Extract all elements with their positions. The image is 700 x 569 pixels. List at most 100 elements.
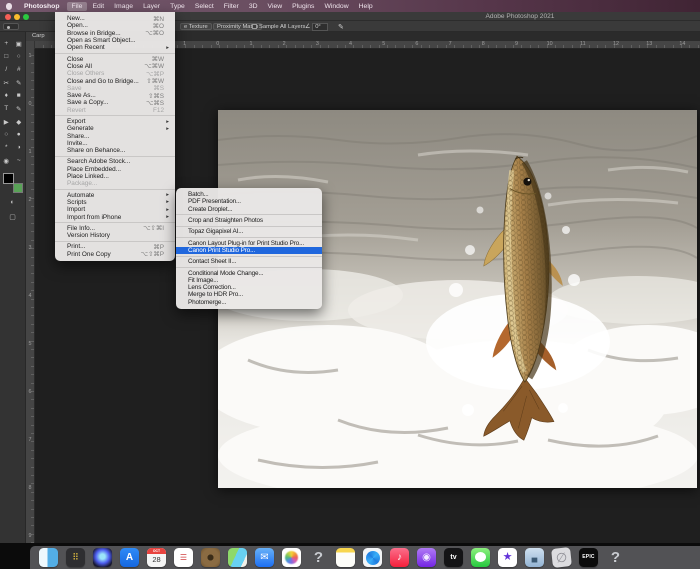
foreground-color-swatch[interactable] — [3, 173, 14, 184]
sample-all-layers-checkbox[interactable]: Sample All Layers — [252, 23, 305, 30]
tool-button[interactable]: * — [1, 142, 12, 153]
file-menu-item[interactable]: File Info... ⌥⇧⌘I — [55, 225, 175, 232]
tool-button[interactable]: T — [1, 103, 12, 114]
file-menu-item[interactable] — [55, 53, 175, 54]
file-menu-item[interactable] — [55, 115, 175, 116]
dock-app-icon[interactable] — [39, 548, 58, 567]
menubar-item[interactable]: Edit — [87, 2, 109, 11]
dock-app-icon[interactable] — [93, 548, 112, 567]
automate-submenu-item[interactable] — [176, 267, 322, 268]
automate-submenu-item[interactable]: Canon Print Studio Pro... — [176, 247, 322, 254]
tool-button[interactable]: + — [1, 38, 12, 49]
dock-app-icon[interactable] — [336, 548, 355, 567]
automate-submenu-item[interactable]: Photomerge... — [176, 299, 322, 306]
dock-app-icon[interactable] — [228, 548, 247, 567]
menubar-item[interactable]: File — [67, 2, 88, 11]
dock-app-icon[interactable] — [201, 548, 220, 567]
tool-button[interactable]: # — [13, 64, 24, 75]
close-window-button[interactable] — [5, 14, 11, 20]
file-menu-item[interactable] — [55, 189, 175, 190]
tool-button[interactable]: ◆ — [13, 116, 24, 127]
menubar-item[interactable]: Select — [190, 2, 219, 11]
tool-button[interactable]: ✎ — [13, 103, 24, 114]
dock-app-icon[interactable]: tv — [444, 548, 463, 567]
dock-app-icon[interactable] — [363, 548, 382, 567]
automate-submenu-item[interactable]: Crop and Straighten Photos — [176, 217, 322, 224]
automate-submenu-item[interactable]: Lens Correction... — [176, 284, 322, 291]
tool-button[interactable]: ● — [13, 129, 24, 140]
tool-button[interactable]: ▶ — [1, 116, 12, 127]
dock-app-icon[interactable]: ♪ — [390, 548, 409, 567]
menubar-item[interactable]: Window — [319, 2, 353, 11]
menubar-item[interactable]: Filter — [219, 2, 244, 11]
automate-submenu-item[interactable] — [176, 226, 322, 227]
automate-submenu-item[interactable]: Create Droplet... — [176, 206, 322, 213]
tool-button[interactable]: ✂ — [1, 77, 12, 88]
create-texture-button[interactable]: e Texture — [180, 23, 212, 30]
screen-mode-icon[interactable]: ▢ — [9, 212, 16, 223]
dock-app-icon[interactable]: ∅ — [551, 547, 572, 568]
dock-app-icon[interactable]: ✉ — [255, 548, 274, 567]
tool-button[interactable]: ▣ — [13, 38, 24, 49]
file-menu-item[interactable] — [55, 156, 175, 157]
file-menu-item[interactable]: Place Linked... — [55, 173, 175, 180]
file-menu-item[interactable]: Print One Copy ⌥⇧⌘P — [55, 251, 175, 258]
file-menu-item[interactable]: Package... — [55, 180, 175, 187]
automate-submenu-item[interactable]: Canon Layout Plug-in for Print Studio Pr… — [176, 239, 322, 246]
file-menu-item[interactable]: Invite... — [55, 140, 175, 147]
quick-mask-icon[interactable]: ◐ — [10, 197, 14, 208]
automate-submenu-item[interactable]: PDF Presentation... — [176, 198, 322, 205]
file-menu-item[interactable]: Open as Smart Object... — [55, 37, 175, 44]
dock-app-icon[interactable]: ★ — [498, 548, 517, 567]
automate-submenu-item[interactable]: Fit Image... — [176, 277, 322, 284]
automate-submenu-item[interactable]: Merge to HDR Pro... — [176, 291, 322, 298]
minimize-window-button[interactable] — [14, 14, 20, 20]
dock-app-icon[interactable]: ◉ — [417, 548, 436, 567]
menubar-item[interactable]: Type — [165, 2, 190, 11]
background-color-swatch[interactable] — [13, 183, 23, 193]
automate-submenu-item[interactable] — [176, 214, 322, 215]
menubar-item[interactable]: Help — [354, 2, 378, 11]
tool-button[interactable]: ◉ — [1, 155, 12, 166]
tool-button[interactable]: ◑ — [13, 142, 24, 153]
automate-submenu-item[interactable]: Conditional Mode Change... — [176, 269, 322, 276]
dock-app-icon[interactable] — [282, 548, 301, 567]
tool-button[interactable]: □ — [1, 51, 12, 62]
file-menu-item[interactable]: Save a Copy... ⌥⌘S — [55, 99, 175, 106]
automate-submenu-item[interactable]: Batch... — [176, 191, 322, 198]
file-menu-item[interactable]: Open Recent ▸ — [55, 44, 175, 51]
dock-app-icon[interactable]: ▄ — [525, 548, 544, 567]
file-menu-item[interactable]: Share... — [55, 132, 175, 139]
tool-button[interactable]: ○ — [1, 129, 12, 140]
dock-app-icon[interactable]: ⠿ — [66, 548, 85, 567]
dock-app-icon[interactable]: ? — [606, 548, 625, 567]
file-menu-item[interactable]: Generate ▸ — [55, 125, 175, 132]
tool-button[interactable]: / — [1, 64, 12, 75]
file-menu-item[interactable]: Export ▸ — [55, 118, 175, 125]
tool-button[interactable]: ~ — [13, 155, 24, 166]
tool-preset-icon[interactable] — [3, 23, 19, 30]
file-menu-item[interactable]: Browse in Bridge... ⌥⌘O — [55, 30, 175, 37]
tool-button[interactable]: ■ — [13, 90, 24, 101]
apple-logo-icon[interactable] — [6, 3, 12, 10]
file-menu-item[interactable]: Revert F12 — [55, 107, 175, 114]
menubar-item[interactable]: Image — [109, 2, 138, 11]
tool-button[interactable]: ♦ — [1, 90, 12, 101]
menubar-item[interactable]: Layer — [138, 2, 165, 11]
dock-app-icon[interactable] — [471, 548, 490, 567]
dock-app-icon[interactable]: OCT 28 — [147, 548, 166, 567]
automate-submenu-item[interactable] — [176, 237, 322, 238]
file-menu-item[interactable]: Automate ▸ — [55, 192, 175, 199]
dock-app-icon[interactable]: ☰ — [174, 548, 193, 567]
file-menu-item[interactable] — [55, 222, 175, 223]
menubar-item[interactable]: Plugins — [287, 2, 319, 11]
automate-submenu-item[interactable]: Contact Sheet II... — [176, 258, 322, 265]
tool-button[interactable]: ○ — [13, 51, 24, 62]
file-menu-item[interactable]: Scripts ▸ — [55, 199, 175, 206]
file-menu-item[interactable]: Import ▸ — [55, 206, 175, 213]
file-menu-item[interactable]: Search Adobe Stock... — [55, 158, 175, 165]
dock-app-icon[interactable]: EPIC — [579, 548, 598, 567]
zoom-window-button[interactable] — [23, 14, 29, 20]
file-menu-item[interactable]: Share on Behance... — [55, 147, 175, 154]
brush-pressure-icon[interactable]: ✎ — [338, 23, 344, 30]
